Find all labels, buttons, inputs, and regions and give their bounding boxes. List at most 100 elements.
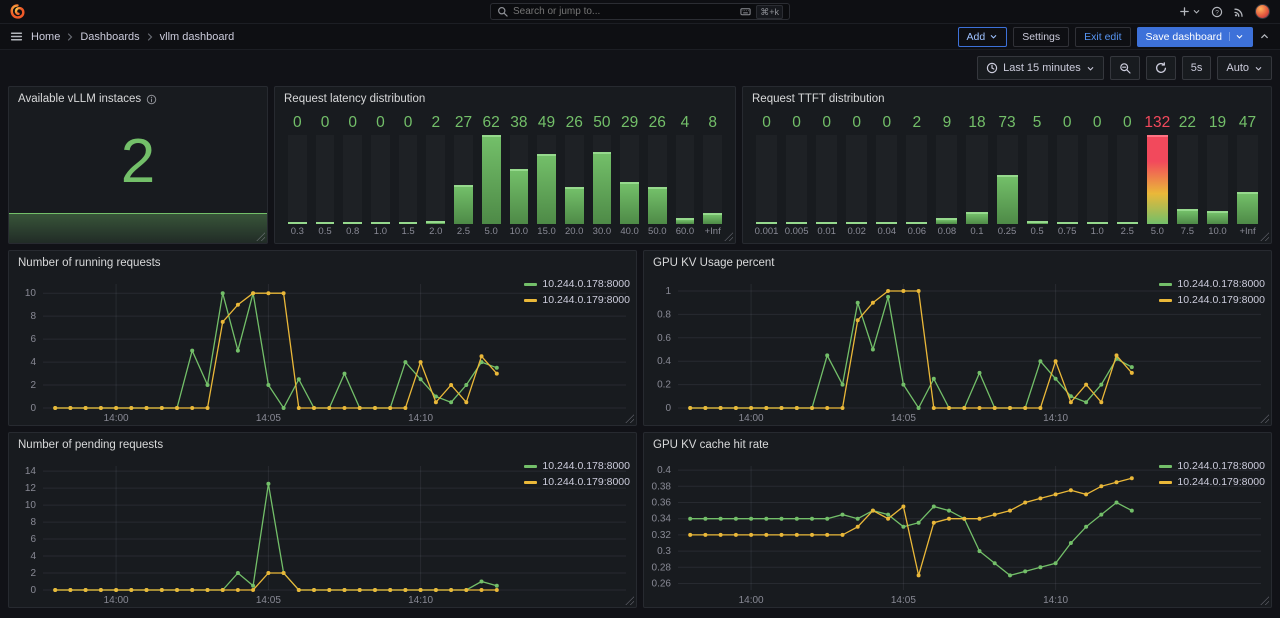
- refresh-button[interactable]: [1146, 56, 1176, 80]
- clock-icon: [986, 62, 998, 74]
- legend-item[interactable]: 10.244.0.179:8000: [524, 294, 630, 306]
- bar-column[interactable]: 00.8: [340, 113, 365, 239]
- legend-item[interactable]: 10.244.0.178:8000: [524, 460, 630, 472]
- search-input[interactable]: ⌘+k: [490, 3, 790, 20]
- bar-column[interactable]: 180.1: [963, 113, 990, 239]
- exit-edit-button[interactable]: Exit edit: [1075, 27, 1130, 47]
- panel-title[interactable]: Number of running requests: [18, 257, 161, 269]
- time-range-picker[interactable]: Last 15 minutes: [977, 56, 1104, 80]
- bar-column[interactable]: 00.3: [285, 113, 310, 239]
- bar-column[interactable]: 00.001: [753, 113, 780, 239]
- bar-track: [565, 135, 584, 224]
- bar-column[interactable]: 2940.0: [617, 113, 642, 239]
- save-dashboard-dropdown[interactable]: [1229, 32, 1244, 41]
- bar-column[interactable]: 4915.0: [534, 113, 559, 239]
- bar-value: 49: [534, 113, 559, 133]
- bar-label: 7.5: [1174, 226, 1201, 239]
- bar-value: 0: [753, 113, 780, 133]
- bar-column[interactable]: 01.0: [368, 113, 393, 239]
- save-dashboard-button[interactable]: Save dashboard: [1137, 27, 1253, 47]
- user-avatar[interactable]: [1255, 4, 1270, 19]
- legend-series-name: 10.244.0.178:8000: [1177, 460, 1265, 472]
- breadcrumb: Home Dashboards vllm dashboard: [31, 31, 234, 43]
- news-button[interactable]: [1233, 6, 1245, 18]
- collapse-toolbar-button[interactable]: [1259, 31, 1270, 42]
- bar-column[interactable]: 47+Inf: [1234, 113, 1261, 239]
- bar-column[interactable]: 01.0: [1084, 113, 1111, 239]
- bar: [371, 222, 390, 224]
- bar-track: [786, 135, 807, 224]
- search-field[interactable]: [513, 6, 735, 17]
- bar-column[interactable]: 3810.0: [507, 113, 532, 239]
- bar-column[interactable]: 02.5: [1114, 113, 1141, 239]
- bar: [703, 213, 722, 224]
- bar-column[interactable]: 50.5: [1024, 113, 1051, 239]
- legend-item[interactable]: 10.244.0.179:8000: [1159, 476, 1265, 488]
- bar-column[interactable]: 00.005: [783, 113, 810, 239]
- bar-label: 10.0: [1204, 226, 1231, 239]
- svg-text:14:00: 14:00: [104, 413, 129, 424]
- bar-column[interactable]: 1910.0: [1204, 113, 1231, 239]
- grafana-logo-icon[interactable]: [10, 4, 25, 19]
- refresh-interval-button[interactable]: 5s: [1182, 56, 1212, 80]
- latency-bar-gauge: 00.300.500.801.001.522.0272.5625.03810.0…: [275, 111, 735, 243]
- bar-column[interactable]: 2620.0: [562, 113, 587, 239]
- panel-title[interactable]: GPU KV cache hit rate: [653, 439, 769, 451]
- svg-text:14: 14: [25, 466, 37, 477]
- help-button[interactable]: ?: [1211, 6, 1223, 18]
- svg-text:14:10: 14:10: [1043, 413, 1068, 424]
- legend-item[interactable]: 10.244.0.178:8000: [524, 278, 630, 290]
- menu-toggle-button[interactable]: [10, 30, 23, 43]
- bar-column[interactable]: 730.25: [994, 113, 1021, 239]
- legend-series-name: 10.244.0.178:8000: [1177, 278, 1265, 290]
- panel-title[interactable]: Request latency distribution: [284, 93, 425, 105]
- bar-label: 2.0: [423, 226, 448, 239]
- settings-button-label: Settings: [1022, 31, 1060, 43]
- breadcrumb-home[interactable]: Home: [31, 31, 60, 43]
- bar-column[interactable]: 22.0: [423, 113, 448, 239]
- panel-title[interactable]: Available vLLM instaces: [18, 93, 141, 105]
- info-icon[interactable]: [146, 94, 157, 105]
- bar-track: [648, 135, 667, 224]
- add-new-button[interactable]: [1179, 6, 1201, 17]
- bar-column[interactable]: 460.0: [673, 113, 698, 239]
- panel-title[interactable]: Number of pending requests: [18, 439, 163, 451]
- legend-item[interactable]: 10.244.0.178:8000: [1159, 460, 1265, 472]
- bar-column[interactable]: 90.08: [933, 113, 960, 239]
- breadcrumb-dashboards[interactable]: Dashboards: [80, 31, 139, 43]
- bar-column[interactable]: 20.06: [903, 113, 930, 239]
- bar-column[interactable]: 1325.0: [1144, 113, 1171, 239]
- bar-column[interactable]: 2650.0: [645, 113, 670, 239]
- bar: [1117, 222, 1138, 224]
- bar-label: 0.5: [1024, 226, 1051, 239]
- bar-track: [756, 135, 777, 224]
- bar-column[interactable]: 00.5: [313, 113, 338, 239]
- add-button[interactable]: Add: [958, 27, 1008, 47]
- bar-column[interactable]: 227.5: [1174, 113, 1201, 239]
- bar: [786, 222, 807, 224]
- legend-color-mark: [1159, 283, 1172, 286]
- panel-title[interactable]: Request TTFT distribution: [752, 93, 885, 105]
- legend-item[interactable]: 10.244.0.178:8000: [1159, 278, 1265, 290]
- auto-interval-picker[interactable]: Auto: [1217, 56, 1272, 80]
- zoom-out-button[interactable]: [1110, 56, 1140, 80]
- bar-column[interactable]: 00.01: [813, 113, 840, 239]
- bar-label: 2.5: [451, 226, 476, 239]
- svg-text:10: 10: [25, 500, 37, 511]
- bar-column[interactable]: 00.04: [873, 113, 900, 239]
- bar-column[interactable]: 00.75: [1054, 113, 1081, 239]
- panel-title[interactable]: GPU KV Usage percent: [653, 257, 774, 269]
- breadcrumb-current-dashboard[interactable]: vllm dashboard: [160, 31, 235, 43]
- bar-track: [966, 135, 987, 224]
- legend-item[interactable]: 10.244.0.179:8000: [1159, 294, 1265, 306]
- legend-item[interactable]: 10.244.0.179:8000: [524, 476, 630, 488]
- bar-column[interactable]: 01.5: [396, 113, 421, 239]
- bar-value: 132: [1144, 113, 1171, 133]
- bar-column[interactable]: 00.02: [843, 113, 870, 239]
- settings-button[interactable]: Settings: [1013, 27, 1069, 47]
- bar-column[interactable]: 8+Inf: [700, 113, 725, 239]
- bar-column[interactable]: 5030.0: [590, 113, 615, 239]
- bar-column[interactable]: 625.0: [479, 113, 504, 239]
- svg-text:14:10: 14:10: [408, 595, 433, 606]
- bar-column[interactable]: 272.5: [451, 113, 476, 239]
